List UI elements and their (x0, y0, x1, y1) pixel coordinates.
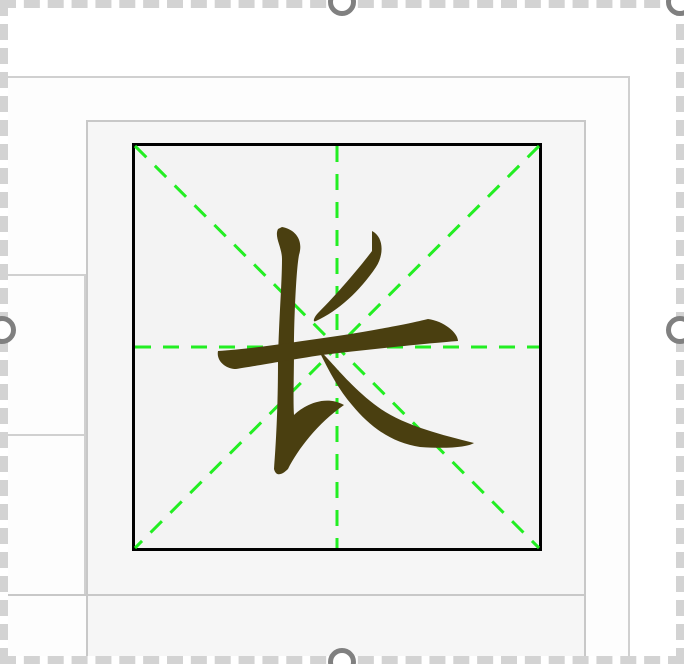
panel-divider (8, 594, 586, 596)
left-divider-bottom (8, 434, 86, 436)
character-glyph (217, 227, 474, 475)
stroke-slant (313, 231, 382, 322)
left-divider-vertical (84, 276, 86, 594)
character-canvas-stage (0, 0, 684, 664)
left-divider-top (8, 274, 86, 276)
character-writing-grid (133, 144, 541, 550)
stroke-sweep (318, 349, 474, 448)
